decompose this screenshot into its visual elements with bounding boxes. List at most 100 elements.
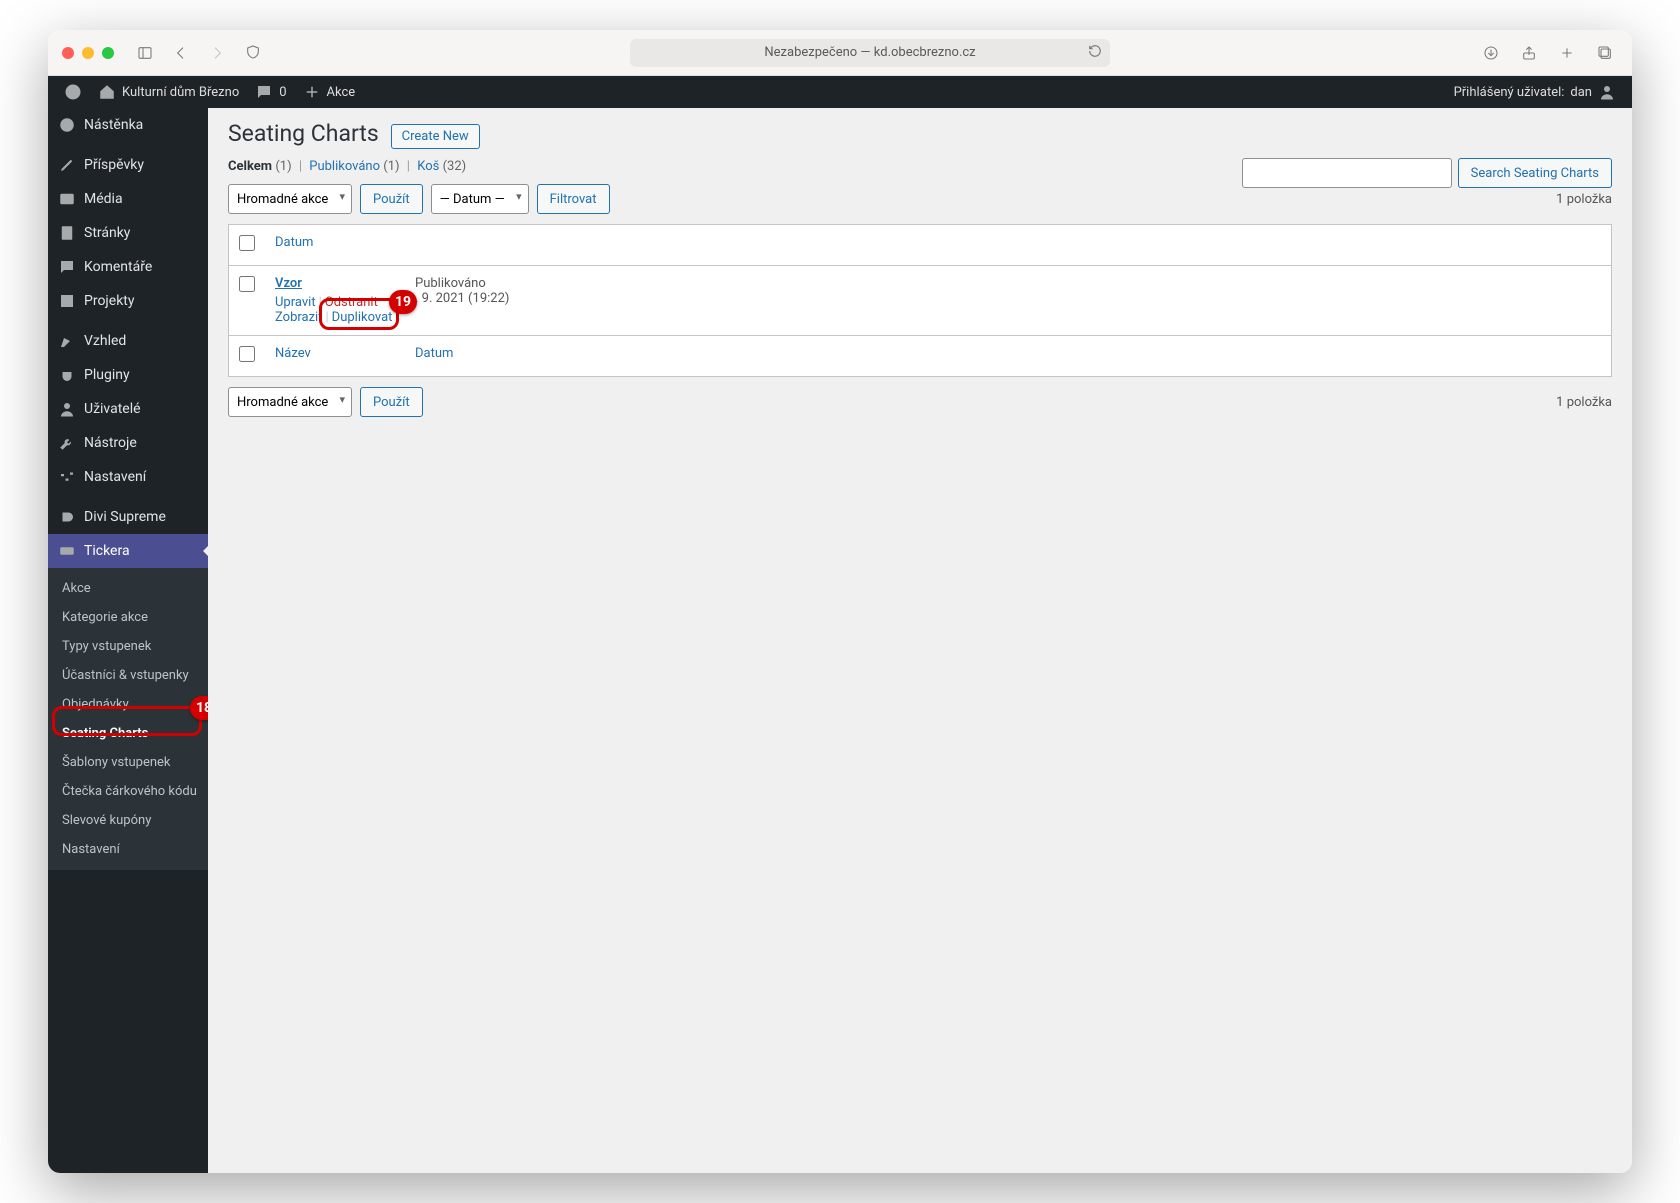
apply-button-bottom[interactable]: Použít — [360, 387, 423, 417]
zoom-window-icon[interactable] — [102, 47, 114, 59]
page-title: Seating Charts — [228, 120, 379, 147]
col-name-footer[interactable]: Název — [265, 336, 405, 377]
comments-link[interactable]: 0 — [247, 76, 294, 108]
sidebar-item-plugins[interactable]: Pluginy — [48, 358, 208, 392]
submenu-item-sablony[interactable]: Šablony vstupenek — [48, 748, 208, 777]
comment-count: 0 — [279, 85, 286, 100]
sidebar-item-label: Nástěnka — [84, 117, 143, 133]
bulk-action-select[interactable]: Hromadné akce — [228, 184, 352, 214]
annotation-badge-18: 18 — [190, 696, 208, 720]
submenu-item-ctecka[interactable]: Čtečka čárkového kódu — [48, 777, 208, 806]
sidebar-toggle-icon[interactable] — [132, 40, 158, 66]
filter-published-link[interactable]: Publikováno — [309, 159, 380, 174]
sidebar-item-settings[interactable]: Nastavení — [48, 460, 208, 494]
wp-admin-bar: Kulturní dům Březno 0 Akce Přihlášený už… — [48, 76, 1632, 108]
sidebar-item-label: Média — [84, 191, 123, 207]
apply-button-top[interactable]: Použít — [360, 184, 423, 214]
sidebar-item-label: Tickera — [84, 543, 130, 559]
row-action-edit[interactable]: Upravit — [275, 295, 316, 310]
search-input[interactable] — [1242, 158, 1452, 188]
sidebar-item-posts[interactable]: Příspěvky — [48, 148, 208, 182]
bulk-action-select-bottom[interactable]: Hromadné akce — [228, 387, 352, 417]
new-tab-icon[interactable] — [1554, 40, 1580, 66]
safari-window: Nezabezpečeno — kd.obecbrezno.cz Kulturn… — [48, 30, 1632, 1173]
filter-all-label[interactable]: Celkem — [228, 159, 272, 174]
back-icon[interactable] — [168, 40, 194, 66]
sidebar-item-label: Příspěvky — [84, 157, 144, 173]
row-title-link[interactable]: Vzor — [275, 276, 302, 291]
reload-icon[interactable] — [1088, 44, 1102, 62]
seating-charts-table: Datum Vzor Upravit|Odstranit Zobrazit|Du… — [228, 224, 1612, 377]
submenu-item-akce[interactable]: Akce — [48, 574, 208, 603]
submenu-item-nastaveni[interactable]: Nastavení — [48, 835, 208, 864]
filter-button[interactable]: Filtrovat — [537, 184, 610, 214]
search-box: Search Seating Charts — [1242, 158, 1612, 188]
url-text: Nezabezpečeno — kd.obecbrezno.cz — [764, 45, 975, 60]
submenu-item-kategorie[interactable]: Kategorie akce — [48, 603, 208, 632]
shield-icon[interactable] — [240, 39, 266, 65]
tabs-overview-icon[interactable] — [1592, 40, 1618, 66]
sidebar-item-tools[interactable]: Nástroje — [48, 426, 208, 460]
avatar-icon — [1598, 83, 1616, 101]
sidebar-item-comments[interactable]: Komentáře — [48, 250, 208, 284]
row-checkbox[interactable] — [239, 276, 255, 292]
sidebar-item-label: Nastavení — [84, 469, 146, 485]
close-window-icon[interactable] — [62, 47, 74, 59]
site-name: Kulturní dům Březno — [122, 85, 239, 100]
admin-sidebar: Nástěnka Příspěvky Média Stránky Komentá… — [48, 108, 208, 1173]
filter-trash-link[interactable]: Koš — [417, 159, 439, 174]
select-all-bottom[interactable] — [239, 346, 255, 362]
col-date-header-top[interactable]: Datum — [265, 225, 405, 266]
sidebar-item-label: Komentáře — [84, 259, 152, 275]
logged-in-user[interactable]: Přihlášený uživatel: dan — [1446, 76, 1624, 108]
submenu-item-seating-charts[interactable]: Seating Charts — [48, 719, 208, 748]
tablenav-bottom: Hromadné akce Použít 1 položka — [228, 387, 1612, 417]
filter-all-count: (1) — [275, 159, 291, 174]
sidebar-item-divi-supreme[interactable]: Divi Supreme — [48, 500, 208, 534]
submenu-item-kupony[interactable]: Slevové kupóny — [48, 806, 208, 835]
sidebar-item-label: Projekty — [84, 293, 135, 309]
tickera-submenu: Akce Kategorie akce Typy vstupenek Účast… — [48, 568, 208, 870]
select-all-top[interactable] — [239, 235, 255, 251]
submenu-item-objednavky[interactable]: Objednávky — [48, 690, 208, 719]
toolbar-right-group — [1478, 40, 1618, 66]
date-filter-select[interactable]: — Datum — — [431, 184, 529, 214]
logged-in-prefix: Přihlášený uživatel: — [1454, 85, 1565, 100]
items-count-bottom: 1 položka — [1556, 395, 1612, 410]
sidebar-item-users[interactable]: Uživatelé — [48, 392, 208, 426]
submenu-item-typy[interactable]: Typy vstupenek — [48, 632, 208, 661]
items-count-top: 1 položka — [1556, 192, 1612, 207]
share-icon[interactable] — [1516, 40, 1542, 66]
row-action-duplicate[interactable]: Duplikovat — [332, 310, 393, 325]
row-status-date: . 9. 2021 (19:22) — [415, 291, 1601, 306]
main-content: Seating Charts Create New Search Seating… — [208, 108, 1632, 1173]
annotation-badge-19: 19 — [389, 290, 417, 314]
sidebar-item-label: Stránky — [84, 225, 130, 241]
row-action-trash[interactable]: Odstranit — [325, 295, 378, 310]
sidebar-item-appearance[interactable]: Vzhled — [48, 324, 208, 358]
create-new-button[interactable]: Create New — [391, 124, 480, 149]
col-date-footer[interactable]: Datum — [405, 336, 1612, 377]
new-content-link[interactable]: Akce — [295, 76, 364, 108]
tablenav-top: Hromadné akce Použít — Datum — Filtrovat… — [228, 184, 1612, 214]
downloads-icon[interactable] — [1478, 40, 1504, 66]
sidebar-item-label: Divi Supreme — [84, 509, 166, 525]
forward-icon[interactable] — [204, 40, 230, 66]
table-row: Vzor Upravit|Odstranit Zobrazit|Duplikov… — [229, 266, 1612, 336]
traffic-lights — [62, 47, 114, 59]
sidebar-item-projects[interactable]: Projekty — [48, 284, 208, 318]
sidebar-item-label: Vzhled — [84, 333, 126, 349]
sidebar-item-dashboard[interactable]: Nástěnka — [48, 108, 208, 142]
sidebar-item-pages[interactable]: Stránky — [48, 216, 208, 250]
row-action-view[interactable]: Zobrazit — [275, 310, 322, 325]
sidebar-item-media[interactable]: Média — [48, 182, 208, 216]
row-status-label: Publikováno — [415, 276, 1601, 291]
sidebar-item-tickera[interactable]: Tickera — [48, 534, 208, 568]
submenu-item-ucastnici[interactable]: Účastníci & vstupenky — [48, 661, 208, 690]
site-home-link[interactable]: Kulturní dům Březno — [90, 76, 247, 108]
url-bar[interactable]: Nezabezpečeno — kd.obecbrezno.cz — [630, 39, 1110, 67]
search-button[interactable]: Search Seating Charts — [1458, 158, 1612, 188]
wp-logo-icon[interactable] — [56, 76, 90, 108]
sidebar-item-label: Pluginy — [84, 367, 130, 383]
minimize-window-icon[interactable] — [82, 47, 94, 59]
